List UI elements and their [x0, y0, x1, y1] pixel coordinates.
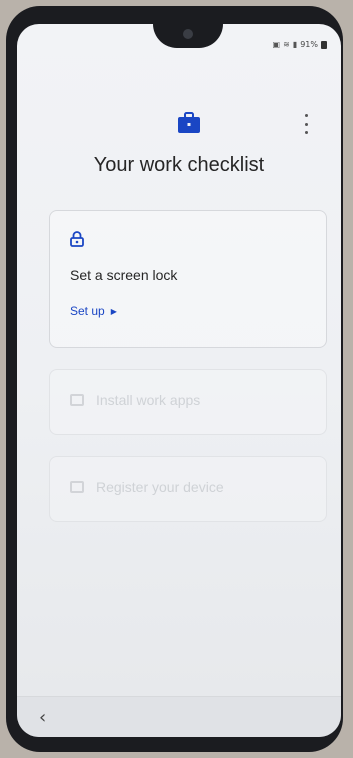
phone-screen: ▣ ≋ ▮ 91% Your work checklist Set a scre…	[17, 24, 341, 737]
battery-text: 91%	[300, 40, 318, 49]
wifi-icon: ≋	[283, 40, 290, 49]
page-title: Your work checklist	[93, 154, 265, 176]
more-vert-icon[interactable]	[300, 114, 312, 134]
lock-icon	[70, 231, 84, 247]
briefcase-icon	[178, 112, 200, 133]
signal-icon: ▮	[292, 40, 298, 49]
screenshot-icon: ▣	[272, 40, 281, 49]
apps-icon	[70, 394, 84, 406]
front-camera	[183, 29, 193, 39]
setup-label: Set up	[70, 304, 105, 318]
battery-icon	[321, 40, 327, 49]
screen-lock-title: Set a screen lock	[70, 267, 178, 283]
register-device-title: Register your device	[96, 479, 224, 495]
status-bar: ▣ ≋ ▮ 91%	[273, 40, 327, 49]
phone-frame: ▣ ≋ ▮ 91% Your work checklist Set a scre…	[6, 6, 343, 752]
navigation-bar: ‹	[17, 696, 341, 737]
install-apps-card: Install work apps	[49, 369, 327, 435]
install-apps-title: Install work apps	[96, 392, 201, 408]
camera-notch	[153, 24, 223, 48]
screen-lock-card: Set a screen lock Set up ▶	[49, 210, 327, 348]
register-device-card: Register your device	[49, 456, 327, 522]
register-icon	[70, 481, 84, 493]
setup-button[interactable]: Set up ▶	[70, 304, 117, 318]
chevron-right-icon: ▶	[110, 306, 117, 316]
back-icon[interactable]: ‹	[39, 707, 46, 728]
